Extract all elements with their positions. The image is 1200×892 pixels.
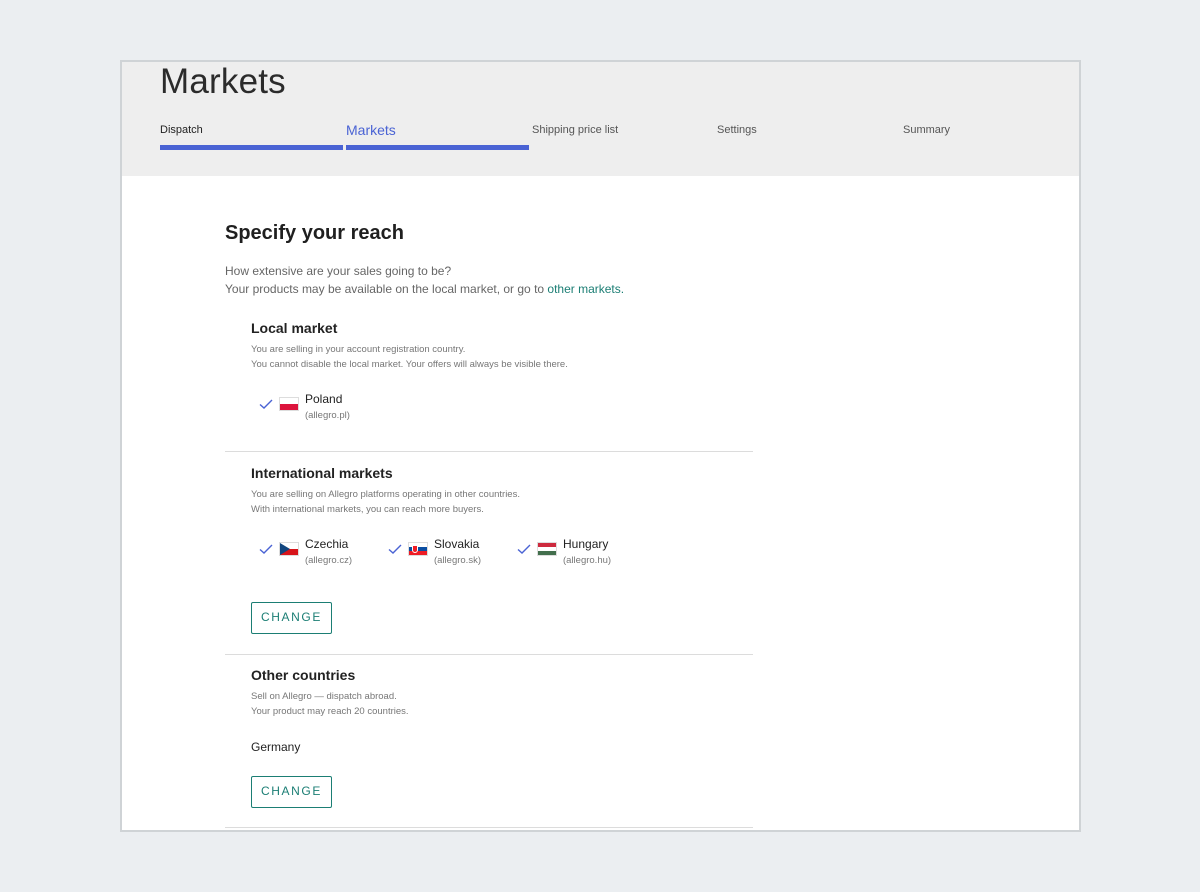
- app-window: Markets Dispatch Markets Shipping price …: [120, 60, 1081, 832]
- section-divider: [225, 827, 753, 828]
- step-markets[interactable]: Markets: [346, 122, 396, 138]
- intro-line-1: How extensive are your sales going to be…: [225, 264, 452, 278]
- market-item-hungary: Hungary (allegro.hu): [517, 537, 611, 566]
- step-progress-dispatch: [160, 145, 343, 150]
- market-name: Czechia: [305, 537, 349, 551]
- market-domain: (allegro.hu): [563, 555, 612, 566]
- change-international-button[interactable]: CHANGE: [251, 602, 332, 634]
- other-countries-title: Other countries: [251, 667, 356, 683]
- market-item-slovakia: Slovakia (allegro.sk): [388, 537, 481, 566]
- market-domain: (allegro.cz): [305, 555, 352, 566]
- reach-intro: How extensive are your sales going to be…: [225, 262, 624, 298]
- other-markets-link[interactable]: other markets.: [547, 282, 624, 296]
- local-market-title: Local market: [251, 320, 338, 336]
- check-icon: [259, 399, 273, 409]
- step-summary[interactable]: Summary: [903, 124, 950, 136]
- step-shipping-price-list[interactable]: Shipping price list: [532, 124, 618, 136]
- other-countries-desc: Sell on Allegro — dispatch abroad. Your …: [251, 689, 409, 719]
- wizard-header: Markets Dispatch Markets Shipping price …: [122, 62, 1079, 176]
- change-other-countries-button[interactable]: CHANGE: [251, 776, 332, 808]
- local-desc-line-2: You cannot disable the local market. You…: [251, 359, 568, 370]
- international-markets-title: International markets: [251, 465, 393, 481]
- step-settings[interactable]: Settings: [717, 124, 757, 136]
- market-name: Slovakia: [434, 537, 480, 551]
- step-dispatch[interactable]: Dispatch: [160, 124, 203, 136]
- other-desc-line-1: Sell on Allegro — dispatch abroad.: [251, 691, 397, 702]
- intro-line-2: Your products may be available on the lo…: [225, 280, 624, 298]
- section-divider: [225, 654, 753, 655]
- czechia-flag-icon: [279, 542, 299, 556]
- market-name: Poland: [305, 392, 343, 406]
- page-title: Markets: [160, 62, 286, 101]
- market-item-poland: Poland (allegro.pl): [259, 392, 350, 421]
- section-title: Specify your reach: [225, 222, 404, 244]
- market-name: Hungary: [563, 537, 609, 551]
- local-market-desc: You are selling in your account registra…: [251, 342, 568, 372]
- market-domain: (allegro.sk): [434, 555, 481, 566]
- section-divider: [225, 451, 753, 452]
- hungary-flag-icon: [537, 542, 557, 556]
- international-desc-line-1: You are selling on Allegro platforms ope…: [251, 489, 520, 500]
- other-desc-line-2: Your product may reach 20 countries.: [251, 706, 409, 717]
- local-desc-line-1: You are selling in your account registra…: [251, 344, 466, 355]
- intro-line-2-text: Your products may be available on the lo…: [225, 282, 548, 296]
- check-icon: [388, 544, 402, 554]
- market-item-czechia: Czechia (allegro.cz): [259, 537, 352, 566]
- international-desc-line-2: With international markets, you can reac…: [251, 504, 484, 515]
- check-icon: [517, 544, 531, 554]
- check-icon: [259, 544, 273, 554]
- international-markets-desc: You are selling on Allegro platforms ope…: [251, 487, 520, 517]
- poland-flag-icon: [279, 397, 299, 411]
- other-country-germany: Germany: [251, 740, 301, 754]
- step-progress-markets: [346, 145, 529, 150]
- market-domain: (allegro.pl): [305, 410, 350, 421]
- slovakia-flag-icon: [408, 542, 428, 556]
